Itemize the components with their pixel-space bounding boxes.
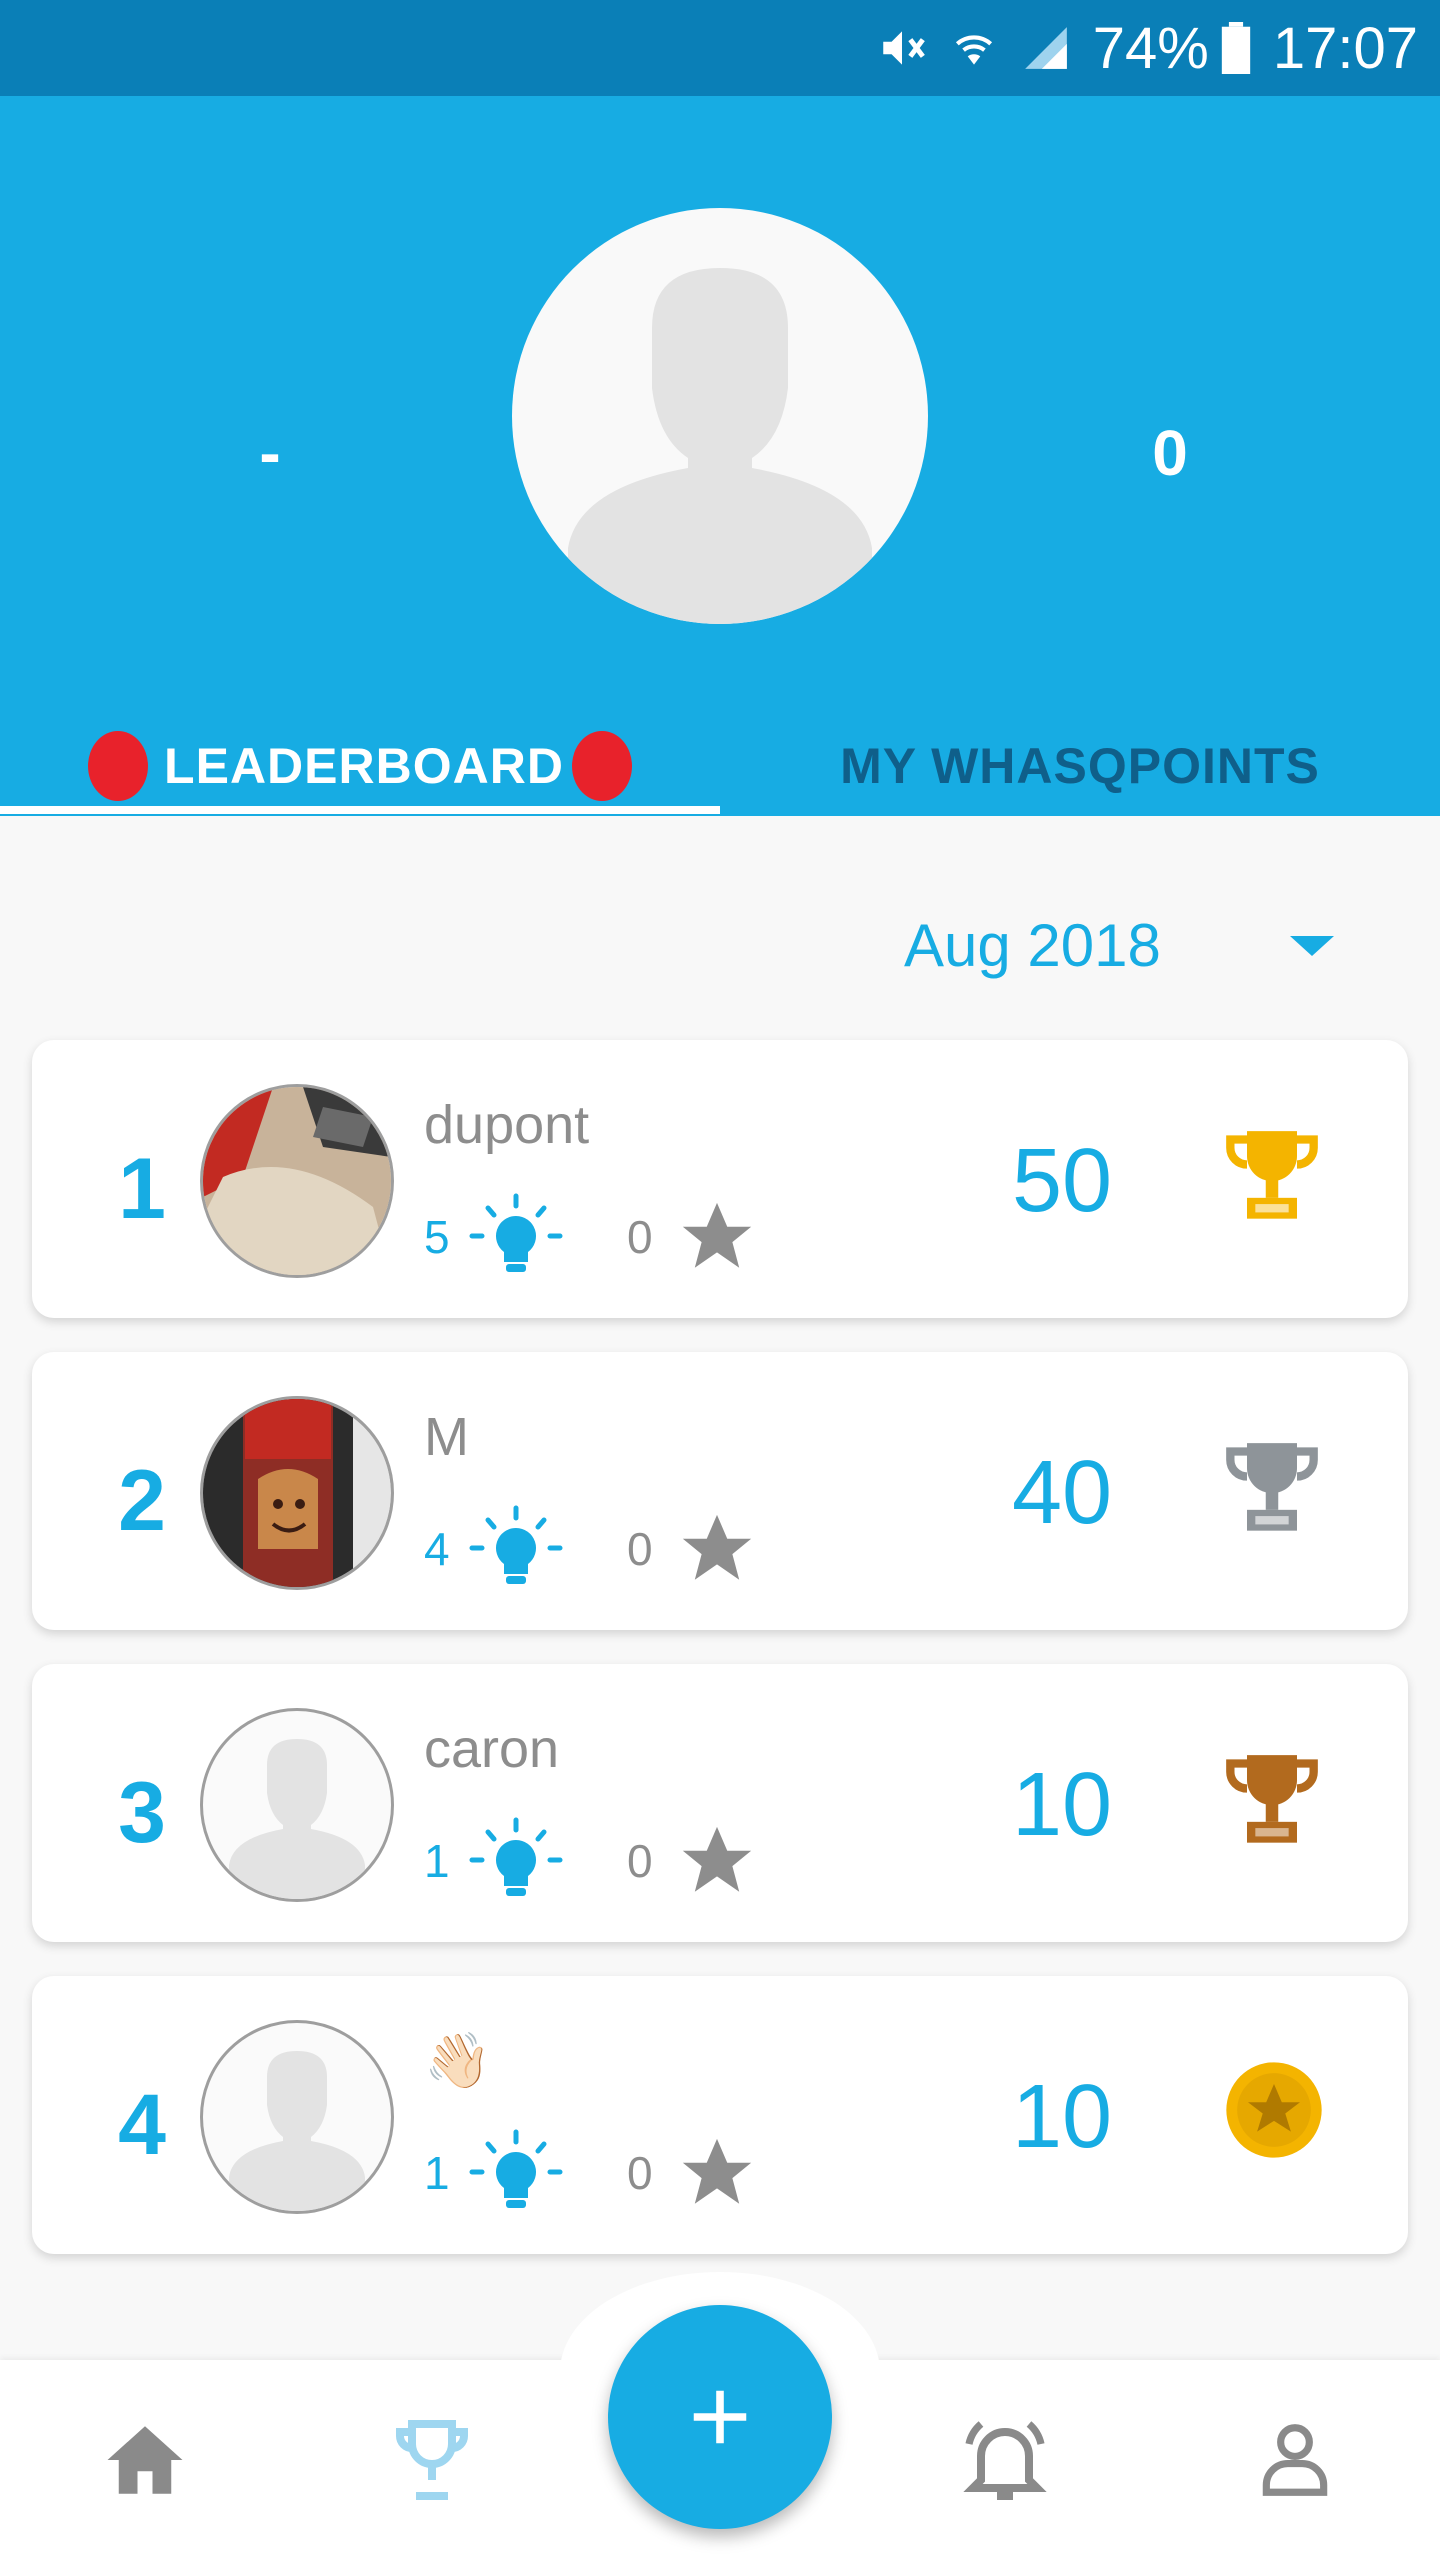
left-stat: - (259, 417, 281, 489)
battery-icon (1221, 22, 1251, 74)
bell-icon (963, 2421, 1047, 2500)
month-label: Aug 2018 (904, 911, 1161, 979)
avatar (200, 1084, 394, 1278)
user-name: M (424, 1407, 469, 1467)
rank: 1 (118, 1141, 166, 1237)
stars-count: 0 (627, 2147, 653, 2199)
score: 50 (1011, 1131, 1113, 1231)
status-icons: 74% 17:07 (877, 0, 1418, 96)
tab-leaderboard-label: LEADERBOARD (164, 738, 564, 794)
profile-header: - 0 LEADERBOARD MY WHASQPOINTS (0, 96, 1440, 816)
leaderboard-row[interactable]: 1 dupont 5 0 50 (32, 1040, 1408, 1318)
bronze-trophy-icon (1226, 1755, 1318, 1843)
avatar (200, 1708, 394, 1902)
lightbulb-icon (469, 1505, 563, 1584)
user-name: caron (424, 1719, 560, 1779)
tab-my-whasqpoints[interactable]: MY WHASQPOINTS (720, 716, 1440, 816)
status-bar: 74% 17:07 (0, 0, 1440, 96)
person-placeholder-icon (229, 1739, 365, 1899)
home-icon (107, 2426, 183, 2494)
star-icon (682, 1826, 752, 1892)
silver-trophy-icon (1226, 1443, 1318, 1531)
nav-home[interactable] (90, 2405, 200, 2515)
profile-icon (1262, 2424, 1328, 2496)
stars-count: 0 (627, 1211, 653, 1263)
score: 40 (1011, 1443, 1113, 1543)
active-tab-indicator (0, 806, 720, 814)
add-icon (693, 2390, 747, 2444)
ideas-count: 1 (424, 1835, 450, 1887)
leaderboard-row[interactable]: 3 caron 1 0 10 (32, 1664, 1408, 1942)
user-name: 👋🏻 (424, 2031, 492, 2091)
person-placeholder-icon (568, 268, 872, 624)
battery-percent: 74% (1092, 15, 1209, 81)
nav-notifications[interactable] (950, 2405, 1060, 2515)
avatar (200, 2020, 394, 2214)
clock: 17:07 (1272, 15, 1418, 81)
star-icon (682, 1514, 752, 1580)
star-icon (682, 2138, 752, 2204)
ideas-count: 1 (424, 2147, 450, 2199)
person-placeholder-icon (229, 2051, 365, 2211)
notification-dot-left (88, 731, 149, 801)
ideas-count: 4 (424, 1523, 450, 1575)
tab-my-whasqpoints-label: MY WHASQPOINTS (840, 738, 1320, 794)
stars-count: 0 (627, 1523, 653, 1575)
leaderboard-row[interactable]: 4 👋🏻 1 0 10 (32, 1976, 1408, 2254)
stars-count: 0 (627, 1835, 653, 1887)
user-name: dupont (424, 1095, 590, 1155)
star-medal-icon (1226, 2062, 1322, 2158)
leaderboard-row[interactable]: 2 M 4 0 40 (32, 1352, 1408, 1630)
avatar (200, 1396, 394, 1590)
lightbulb-icon (469, 2129, 563, 2208)
right-stat: 0 (1152, 417, 1188, 489)
rank: 4 (118, 2077, 166, 2173)
month-selector[interactable]: Aug 2018 (700, 900, 1340, 990)
lightbulb-icon (469, 1193, 563, 1272)
user-avatar[interactable] (512, 208, 928, 624)
mute-icon (877, 23, 927, 73)
notification-dot-right (571, 731, 632, 801)
caret-down-icon (1290, 936, 1334, 956)
nav-leaderboard[interactable] (377, 2405, 487, 2515)
gold-trophy-icon (1226, 1131, 1318, 1219)
signal-icon (1021, 23, 1071, 73)
score: 10 (1011, 2067, 1113, 2167)
add-button[interactable] (608, 2305, 832, 2529)
ideas-count: 5 (424, 1211, 450, 1263)
wifi-icon (949, 23, 999, 73)
nav-profile[interactable] (1240, 2405, 1350, 2515)
lightbulb-icon (469, 1817, 563, 1896)
tab-leaderboard[interactable]: LEADERBOARD (0, 716, 720, 816)
trophy-icon (396, 2420, 468, 2500)
score: 10 (1011, 1755, 1113, 1855)
star-icon (682, 1202, 752, 1268)
rank: 2 (118, 1453, 166, 1549)
rank: 3 (118, 1765, 166, 1861)
